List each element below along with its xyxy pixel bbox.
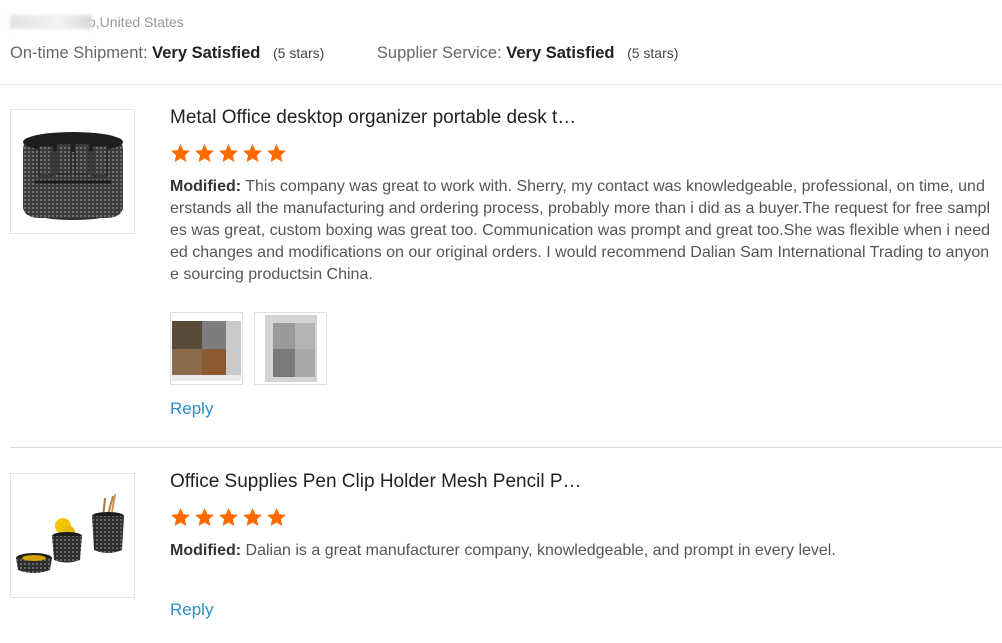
review-photos	[170, 312, 990, 385]
star-icon	[243, 144, 262, 162]
star-icon	[195, 144, 214, 162]
product-title[interactable]: Metal Office desktop organizer portable …	[170, 107, 990, 129]
reply-link[interactable]: Reply	[170, 399, 213, 419]
rating-stars-text: (5 stars)	[627, 45, 679, 61]
product-thumbnail[interactable]	[10, 109, 135, 234]
supplier-service-rating: Supplier Service: Very Satisfied (5 star…	[377, 44, 679, 63]
rating-label: Supplier Service:	[376, 44, 502, 62]
rating-label: On-time Shipment:	[10, 44, 148, 62]
shop-ratings: On-time Shipment: Very Satisfied (5 star…	[10, 44, 678, 63]
rating-value: Very Satisfied	[152, 44, 261, 62]
star-icon	[267, 144, 286, 162]
review-text: Modified: Dalian is a great manufacturer…	[170, 540, 990, 562]
product-thumbnail[interactable]	[10, 473, 135, 598]
star-icon	[219, 144, 238, 162]
modified-label: Modified:	[170, 542, 242, 559]
review-body: Dalian is a great manufacturer company, …	[245, 542, 836, 559]
product-title[interactable]: Office Supplies Pen Clip Holder Mesh Pen…	[170, 471, 990, 493]
review-photo[interactable]	[170, 312, 243, 385]
review-photo-image	[171, 313, 242, 384]
buyer-location: o,United States	[10, 14, 184, 30]
star-icon	[195, 508, 214, 526]
star-icon	[219, 508, 238, 526]
review-divider	[10, 447, 1002, 448]
review-star-rating	[170, 143, 990, 165]
on-time-shipment-rating: On-time Shipment: Very Satisfied (5 star…	[10, 44, 324, 63]
star-icon	[243, 508, 262, 526]
pen-holder-image	[16, 493, 124, 573]
review-photo[interactable]	[254, 312, 327, 385]
desk-organizer-image	[23, 132, 123, 220]
buyer-location-text: o,United States	[88, 14, 184, 30]
review-photo-image	[255, 313, 326, 384]
rating-value: Very Satisfied	[506, 44, 615, 62]
review-content: Office Supplies Pen Clip Holder Mesh Pen…	[170, 471, 990, 620]
review-content: Metal Office desktop organizer portable …	[170, 107, 990, 419]
star-icon	[267, 508, 286, 526]
review-star-rating	[170, 507, 990, 529]
blurred-buyer-name	[10, 15, 92, 29]
star-icon	[171, 144, 190, 162]
reply-link[interactable]: Reply	[170, 600, 213, 620]
star-icon	[171, 508, 190, 526]
review-body: This company was great to work with. She…	[170, 178, 991, 283]
rating-stars-text: (5 stars)	[272, 45, 325, 61]
modified-label: Modified:	[170, 178, 242, 195]
review-text: Modified: This company was great to work…	[170, 176, 990, 286]
review-header: o,United States On-time Shipment: Very S…	[0, 0, 1002, 85]
